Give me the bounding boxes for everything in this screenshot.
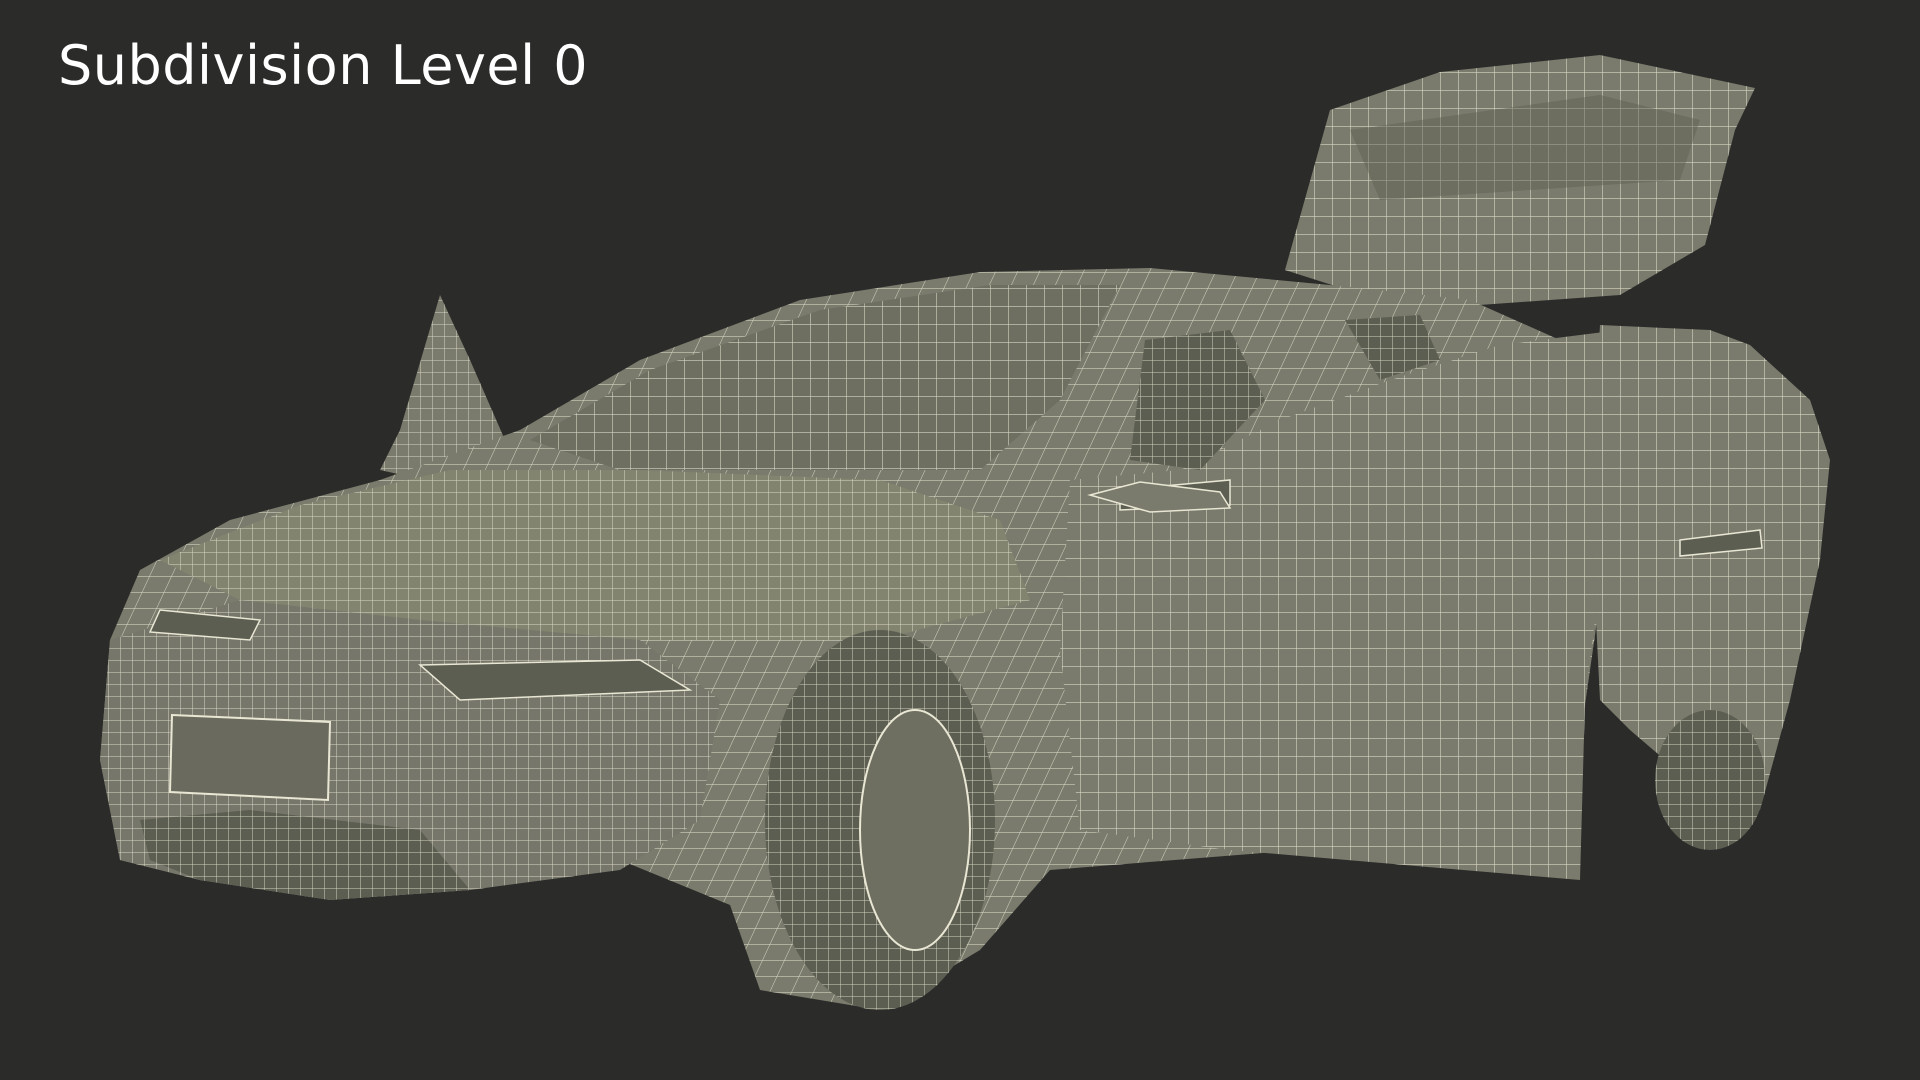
rear-hatch	[1285, 55, 1755, 310]
subdivision-level-label: Subdivision Level 0	[58, 34, 589, 97]
car-wireframe-render	[100, 55, 1830, 1010]
rear-wheel	[1655, 710, 1765, 850]
render-viewport: Subdivision Level 0	[0, 0, 1920, 1080]
front-wheel	[765, 630, 995, 1010]
